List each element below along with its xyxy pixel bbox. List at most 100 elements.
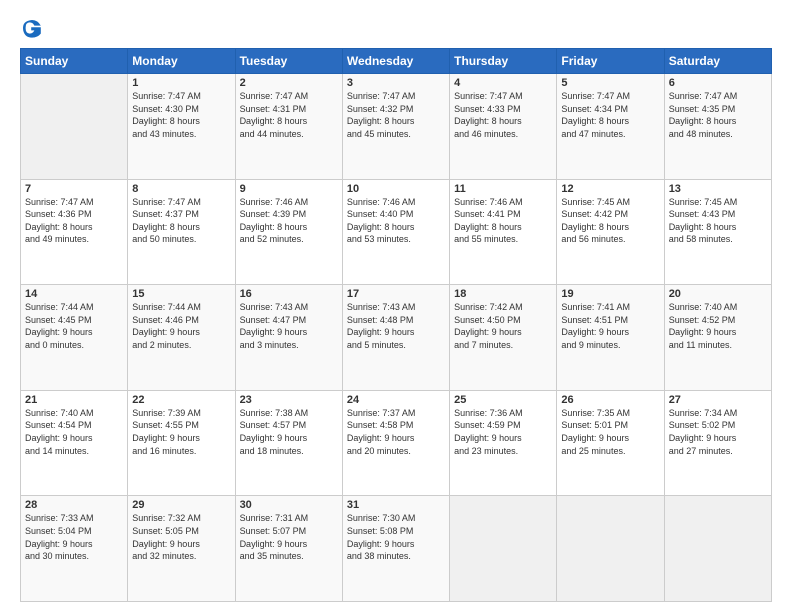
calendar-header-friday: Friday <box>557 49 664 74</box>
day-number: 4 <box>454 77 552 89</box>
day-info: Sunrise: 7:43 AM Sunset: 4:47 PM Dayligh… <box>240 301 338 351</box>
day-info: Sunrise: 7:44 AM Sunset: 4:45 PM Dayligh… <box>25 301 123 351</box>
calendar-week-3: 14Sunrise: 7:44 AM Sunset: 4:45 PM Dayli… <box>21 285 772 391</box>
calendar-week-4: 21Sunrise: 7:40 AM Sunset: 4:54 PM Dayli… <box>21 390 772 496</box>
day-info: Sunrise: 7:47 AM Sunset: 4:30 PM Dayligh… <box>132 90 230 140</box>
day-number: 17 <box>347 288 445 300</box>
day-number: 27 <box>669 394 767 406</box>
calendar-cell: 20Sunrise: 7:40 AM Sunset: 4:52 PM Dayli… <box>664 285 771 391</box>
logo <box>20 16 48 40</box>
calendar-cell: 28Sunrise: 7:33 AM Sunset: 5:04 PM Dayli… <box>21 496 128 602</box>
day-info: Sunrise: 7:47 AM Sunset: 4:33 PM Dayligh… <box>454 90 552 140</box>
day-info: Sunrise: 7:41 AM Sunset: 4:51 PM Dayligh… <box>561 301 659 351</box>
day-number: 21 <box>25 394 123 406</box>
day-number: 26 <box>561 394 659 406</box>
calendar-week-2: 7Sunrise: 7:47 AM Sunset: 4:36 PM Daylig… <box>21 179 772 285</box>
day-number: 2 <box>240 77 338 89</box>
day-number: 11 <box>454 183 552 195</box>
calendar-cell: 8Sunrise: 7:47 AM Sunset: 4:37 PM Daylig… <box>128 179 235 285</box>
day-number: 1 <box>132 77 230 89</box>
calendar-cell: 15Sunrise: 7:44 AM Sunset: 4:46 PM Dayli… <box>128 285 235 391</box>
day-number: 29 <box>132 499 230 511</box>
day-info: Sunrise: 7:47 AM Sunset: 4:34 PM Dayligh… <box>561 90 659 140</box>
calendar-cell: 25Sunrise: 7:36 AM Sunset: 4:59 PM Dayli… <box>450 390 557 496</box>
day-info: Sunrise: 7:47 AM Sunset: 4:36 PM Dayligh… <box>25 196 123 246</box>
calendar-cell: 5Sunrise: 7:47 AM Sunset: 4:34 PM Daylig… <box>557 74 664 180</box>
calendar-cell: 1Sunrise: 7:47 AM Sunset: 4:30 PM Daylig… <box>128 74 235 180</box>
calendar-cell: 11Sunrise: 7:46 AM Sunset: 4:41 PM Dayli… <box>450 179 557 285</box>
calendar-cell: 29Sunrise: 7:32 AM Sunset: 5:05 PM Dayli… <box>128 496 235 602</box>
logo-icon <box>20 16 44 40</box>
day-info: Sunrise: 7:34 AM Sunset: 5:02 PM Dayligh… <box>669 407 767 457</box>
day-number: 20 <box>669 288 767 300</box>
calendar-cell: 23Sunrise: 7:38 AM Sunset: 4:57 PM Dayli… <box>235 390 342 496</box>
day-number: 25 <box>454 394 552 406</box>
calendar-week-5: 28Sunrise: 7:33 AM Sunset: 5:04 PM Dayli… <box>21 496 772 602</box>
day-number: 22 <box>132 394 230 406</box>
calendar-cell: 26Sunrise: 7:35 AM Sunset: 5:01 PM Dayli… <box>557 390 664 496</box>
day-info: Sunrise: 7:47 AM Sunset: 4:37 PM Dayligh… <box>132 196 230 246</box>
calendar-cell: 31Sunrise: 7:30 AM Sunset: 5:08 PM Dayli… <box>342 496 449 602</box>
day-number: 14 <box>25 288 123 300</box>
day-info: Sunrise: 7:36 AM Sunset: 4:59 PM Dayligh… <box>454 407 552 457</box>
day-info: Sunrise: 7:47 AM Sunset: 4:31 PM Dayligh… <box>240 90 338 140</box>
day-number: 5 <box>561 77 659 89</box>
day-number: 6 <box>669 77 767 89</box>
calendar-header-thursday: Thursday <box>450 49 557 74</box>
calendar-header-saturday: Saturday <box>664 49 771 74</box>
calendar-cell <box>450 496 557 602</box>
calendar-cell: 4Sunrise: 7:47 AM Sunset: 4:33 PM Daylig… <box>450 74 557 180</box>
day-info: Sunrise: 7:47 AM Sunset: 4:32 PM Dayligh… <box>347 90 445 140</box>
day-number: 23 <box>240 394 338 406</box>
calendar-cell: 12Sunrise: 7:45 AM Sunset: 4:42 PM Dayli… <box>557 179 664 285</box>
day-info: Sunrise: 7:47 AM Sunset: 4:35 PM Dayligh… <box>669 90 767 140</box>
calendar-header-row: SundayMondayTuesdayWednesdayThursdayFrid… <box>21 49 772 74</box>
page: SundayMondayTuesdayWednesdayThursdayFrid… <box>0 0 792 612</box>
day-info: Sunrise: 7:39 AM Sunset: 4:55 PM Dayligh… <box>132 407 230 457</box>
day-number: 18 <box>454 288 552 300</box>
calendar-cell: 16Sunrise: 7:43 AM Sunset: 4:47 PM Dayli… <box>235 285 342 391</box>
day-info: Sunrise: 7:31 AM Sunset: 5:07 PM Dayligh… <box>240 512 338 562</box>
calendar-cell: 17Sunrise: 7:43 AM Sunset: 4:48 PM Dayli… <box>342 285 449 391</box>
day-number: 15 <box>132 288 230 300</box>
day-info: Sunrise: 7:46 AM Sunset: 4:39 PM Dayligh… <box>240 196 338 246</box>
calendar-cell: 2Sunrise: 7:47 AM Sunset: 4:31 PM Daylig… <box>235 74 342 180</box>
day-number: 7 <box>25 183 123 195</box>
day-info: Sunrise: 7:40 AM Sunset: 4:52 PM Dayligh… <box>669 301 767 351</box>
day-info: Sunrise: 7:35 AM Sunset: 5:01 PM Dayligh… <box>561 407 659 457</box>
day-number: 12 <box>561 183 659 195</box>
calendar-cell: 19Sunrise: 7:41 AM Sunset: 4:51 PM Dayli… <box>557 285 664 391</box>
day-number: 3 <box>347 77 445 89</box>
calendar-cell <box>664 496 771 602</box>
day-info: Sunrise: 7:45 AM Sunset: 4:42 PM Dayligh… <box>561 196 659 246</box>
calendar-cell: 21Sunrise: 7:40 AM Sunset: 4:54 PM Dayli… <box>21 390 128 496</box>
day-number: 16 <box>240 288 338 300</box>
calendar-header-monday: Monday <box>128 49 235 74</box>
calendar-cell: 13Sunrise: 7:45 AM Sunset: 4:43 PM Dayli… <box>664 179 771 285</box>
calendar-header-wednesday: Wednesday <box>342 49 449 74</box>
day-number: 9 <box>240 183 338 195</box>
day-info: Sunrise: 7:37 AM Sunset: 4:58 PM Dayligh… <box>347 407 445 457</box>
day-info: Sunrise: 7:44 AM Sunset: 4:46 PM Dayligh… <box>132 301 230 351</box>
day-number: 31 <box>347 499 445 511</box>
calendar-header-tuesday: Tuesday <box>235 49 342 74</box>
day-info: Sunrise: 7:42 AM Sunset: 4:50 PM Dayligh… <box>454 301 552 351</box>
calendar-cell: 7Sunrise: 7:47 AM Sunset: 4:36 PM Daylig… <box>21 179 128 285</box>
calendar-header-sunday: Sunday <box>21 49 128 74</box>
day-info: Sunrise: 7:38 AM Sunset: 4:57 PM Dayligh… <box>240 407 338 457</box>
header <box>20 16 772 40</box>
calendar-table: SundayMondayTuesdayWednesdayThursdayFrid… <box>20 48 772 602</box>
day-info: Sunrise: 7:40 AM Sunset: 4:54 PM Dayligh… <box>25 407 123 457</box>
day-info: Sunrise: 7:30 AM Sunset: 5:08 PM Dayligh… <box>347 512 445 562</box>
day-number: 30 <box>240 499 338 511</box>
calendar-cell <box>21 74 128 180</box>
day-info: Sunrise: 7:33 AM Sunset: 5:04 PM Dayligh… <box>25 512 123 562</box>
day-number: 10 <box>347 183 445 195</box>
calendar-cell <box>557 496 664 602</box>
day-info: Sunrise: 7:46 AM Sunset: 4:41 PM Dayligh… <box>454 196 552 246</box>
day-number: 24 <box>347 394 445 406</box>
calendar-cell: 9Sunrise: 7:46 AM Sunset: 4:39 PM Daylig… <box>235 179 342 285</box>
calendar-cell: 18Sunrise: 7:42 AM Sunset: 4:50 PM Dayli… <box>450 285 557 391</box>
calendar-cell: 27Sunrise: 7:34 AM Sunset: 5:02 PM Dayli… <box>664 390 771 496</box>
calendar-cell: 10Sunrise: 7:46 AM Sunset: 4:40 PM Dayli… <box>342 179 449 285</box>
